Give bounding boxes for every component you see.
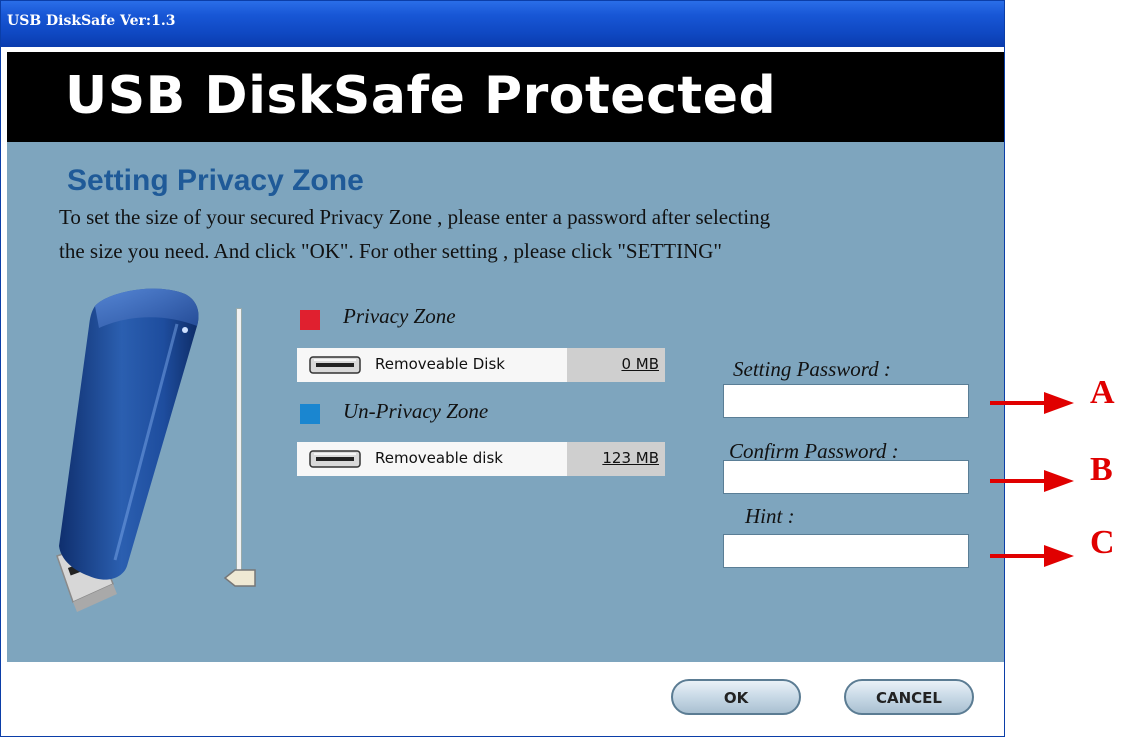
app-window: USB DiskSafe Ver:1.3 USB DiskSafe Protec… <box>0 0 1005 737</box>
privacy-disk-name: Removeable Disk <box>375 355 505 373</box>
banner-title: USB DiskSafe Protected <box>65 66 777 126</box>
main-panel: Setting Privacy Zone To set the size of … <box>7 142 1004 662</box>
usb-drive-icon <box>56 288 199 612</box>
title-bar[interactable]: USB DiskSafe Ver:1.3 <box>1 1 1004 47</box>
annotation-letter-b: B <box>1090 451 1113 488</box>
unprivacy-disk-size: 123 MB <box>602 449 659 467</box>
ok-button[interactable]: OK <box>671 679 801 715</box>
red-arrow-icon <box>990 392 1074 414</box>
window-title: USB DiskSafe Ver:1.3 <box>7 13 176 29</box>
setting-password-label: Setting Password : <box>733 357 891 381</box>
unprivacy-zone-disk-row: Removeable disk 123 MB <box>297 442 665 476</box>
hint-field[interactable] <box>723 534 969 568</box>
instructions-line-1: To set the size of your secured Privacy … <box>59 205 771 229</box>
unprivacy-zone-color-swatch <box>300 404 320 424</box>
privacy-disk-size-cell: 0 MB <box>567 348 665 382</box>
instructions-line-2: the size you need. And click "OK". For o… <box>59 239 722 263</box>
section-title: Setting Privacy Zone <box>67 164 364 197</box>
removable-disk-icon <box>309 450 361 468</box>
confirm-password-field[interactable] <box>723 460 969 494</box>
red-arrow-icon <box>990 470 1074 492</box>
privacy-size-slider-track[interactable] <box>236 308 242 580</box>
removable-disk-icon <box>309 356 361 374</box>
privacy-size-slider-thumb[interactable] <box>223 568 257 588</box>
setting-password-field[interactable] <box>723 384 969 418</box>
privacy-disk-size: 0 MB <box>621 355 659 373</box>
unprivacy-disk-name-cell: Removeable disk <box>297 442 567 476</box>
red-arrow-icon <box>990 545 1074 567</box>
annotation-letter-a: A <box>1090 374 1115 411</box>
unprivacy-disk-name: Removeable disk <box>375 449 503 467</box>
unprivacy-disk-size-cell: 123 MB <box>567 442 665 476</box>
privacy-disk-name-cell: Removeable Disk <box>297 348 567 382</box>
annotation-letter-c: C <box>1090 524 1115 561</box>
unprivacy-zone-label: Un-Privacy Zone <box>343 399 489 423</box>
hint-label: Hint : <box>745 504 795 528</box>
header-banner: USB DiskSafe Protected <box>7 52 1004 142</box>
privacy-zone-color-swatch <box>300 310 320 330</box>
button-bar: OK CANCEL <box>1 662 1004 736</box>
privacy-zone-disk-row: Removeable Disk 0 MB <box>297 348 665 382</box>
privacy-zone-label: Privacy Zone <box>343 304 456 328</box>
cancel-button[interactable]: CANCEL <box>844 679 974 715</box>
